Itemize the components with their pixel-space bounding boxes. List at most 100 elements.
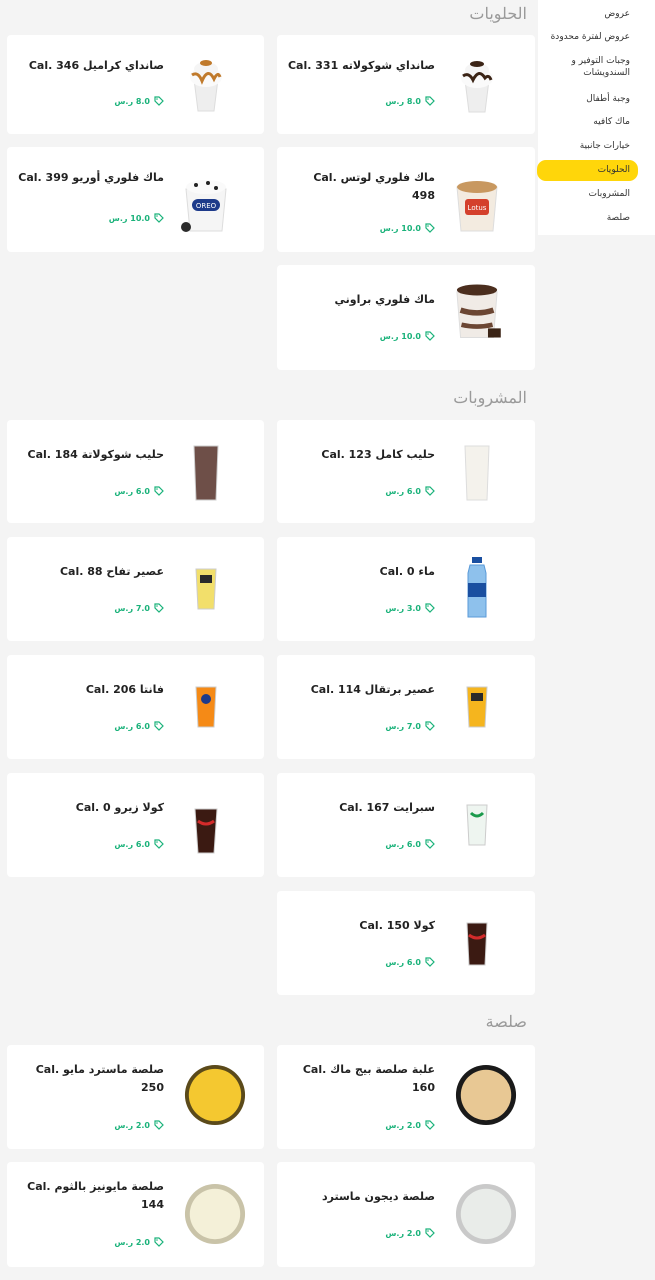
product-price: 10.0 ر.س [109,213,164,223]
product-card[interactable]: علبة صلصة بيج ماك Cal. 160 2.0 ر.س [277,1045,535,1149]
product-name: صانداي شوكولاته Cal. 331 [287,59,435,72]
product-name: عصير تفاح Cal. 88 [59,565,164,578]
water-bottle-image [467,557,487,618]
bigmac-sauce-image [455,1064,517,1126]
product-price: 6.0 ر.س [114,721,164,731]
price-tag-icon [154,839,164,849]
product-price: 10.0 ر.س [380,223,435,233]
product-card[interactable]: حليب كامل Cal. 123 6.0 ر.س [277,420,535,523]
product-price: 2.0 ر.س [114,1120,164,1130]
product-name: عصير برتقال Cal. 114 [310,683,435,696]
price-tag-icon [154,486,164,496]
product-card[interactable]: صانداي كراميل Cal. 346 8.0 ر.س [7,35,264,134]
sidebar-item-value-meals[interactable]: وجبات التوفير و السندويشات [534,55,631,79]
product-name: ماك فلوري لوتس Cal. 498 [313,171,435,202]
price-tag-icon [154,603,164,613]
product-name: صلصة ديجون ماسترد [321,1190,435,1203]
cola-glass-image [466,922,488,966]
product-price: 2.0 ر.س [385,1120,435,1130]
product-name: سبرايت Cal. 167 [339,801,435,814]
dijon-mustard-sauce-image [455,1183,517,1245]
price-tag-icon [154,96,164,106]
price-tag-icon [425,1120,435,1130]
product-card[interactable]: كولا Cal. 150 6.0 ر.س [277,891,535,995]
product-card[interactable]: كولا زيرو Cal. 0 6.0 ر.س [7,773,264,877]
product-card[interactable]: ماك فلوري براوني 10.0 ر.س [277,265,535,370]
price-tag-icon [425,223,435,233]
fanta-glass-image [195,686,217,728]
product-card[interactable]: صلصة ديجون ماسترد 2.0 ر.س [277,1162,535,1267]
mcflurry-oreo-image: OREO [181,180,227,232]
product-card[interactable]: سبرايت Cal. 167 6.0 ر.س [277,773,535,877]
mustard-mayo-sauce-image [184,1064,246,1126]
product-name: صلصة ماسترد مايو Cal. 250 [35,1063,164,1094]
price-tag-icon [154,721,164,731]
cola-zero-glass-image [194,808,218,854]
sidebar-item-sides[interactable]: خيارات جانبية [580,140,630,152]
svg-text:OREO: OREO [196,202,217,210]
sidebar-item-mccafe[interactable]: ماك كافيه [593,116,630,128]
product-card[interactable]: ماك فلوري لوتس Cal. 498 10.0 ر.س Lotus [277,147,535,252]
price-tag-icon [154,1120,164,1130]
product-price: 6.0 ر.س [385,957,435,967]
mcflurry-lotus-image: Lotus [456,181,498,232]
category-sidebar: عروض عروض لفترة محدودة وجبات التوفير و ا… [537,0,655,235]
product-name: ماء Cal. 0 [379,565,435,578]
product-price: 2.0 ر.س [114,1237,164,1247]
product-card[interactable]: صلصة مايونيز بالثوم Cal. 144 2.0 ر.س [7,1162,264,1267]
product-name: علبة صلصة بيج ماك Cal. 160 [302,1063,435,1094]
price-tag-icon [154,1237,164,1247]
product-name: فانتا Cal. 206 [85,683,164,696]
sidebar-item-drinks[interactable]: المشروبات [588,188,630,200]
product-card[interactable]: صلصة ماسترد مايو Cal. 250 2.0 ر.س [7,1045,264,1149]
product-price: 8.0 ر.س [385,96,435,106]
product-price: 6.0 ر.س [114,839,164,849]
product-name: حليب كامل Cal. 123 [321,448,435,461]
product-price: 2.0 ر.س [385,1228,435,1238]
garlic-mayo-sauce-image [184,1183,246,1245]
section-title-drinks: المشروبات [453,388,527,407]
product-price: 8.0 ر.س [114,96,164,106]
product-card[interactable]: ماء Cal. 0 3.0 ر.س [277,537,535,641]
sidebar-item-desserts[interactable]: الحلويات [537,160,638,181]
product-card[interactable]: صانداي شوكولاته Cal. 331 8.0 ر.س [277,35,535,134]
sidebar-item-sauces[interactable]: صلصة [607,212,630,224]
product-price: 6.0 ر.س [385,486,435,496]
product-card[interactable]: عصير تفاح Cal. 88 7.0 ر.س [7,537,264,641]
section-title-desserts: الحلويات [469,4,527,23]
price-tag-icon [425,96,435,106]
product-card[interactable]: فانتا Cal. 206 6.0 ر.س [7,655,264,759]
price-tag-icon [425,1228,435,1238]
price-tag-icon [425,839,435,849]
product-name: كولا Cal. 150 [359,919,435,932]
product-card[interactable]: عصير برتقال Cal. 114 7.0 ر.س [277,655,535,759]
mcflurry-brownie-image [456,284,501,338]
sidebar-item-happy-meal[interactable]: وجبة أطفال [586,93,630,105]
product-price: 6.0 ر.س [114,486,164,496]
milk-glass-image [464,445,490,501]
chocolate-milk-glass-image [193,445,219,501]
sprite-glass-image [466,804,488,846]
product-card[interactable]: حليب شوكولاتة Cal. 184 6.0 ر.س [7,420,264,523]
orange-juice-image [466,686,488,728]
price-tag-icon [425,331,435,341]
price-tag-icon [154,213,164,223]
apple-juice-image [195,568,217,610]
product-name: صلصة مايونيز بالثوم Cal. 144 [27,1180,164,1211]
product-price: 3.0 ر.س [385,603,435,613]
product-name: كولا زيرو Cal. 0 [75,801,164,814]
sidebar-item-limited-offers[interactable]: عروض لفترة محدودة [551,31,630,43]
price-tag-icon [425,721,435,731]
product-price: 10.0 ر.س [380,331,435,341]
price-tag-icon [425,486,435,496]
sidebar-item-offers[interactable]: عروض [604,8,630,20]
section-title-sauces: صلصة [485,1012,527,1031]
product-price: 6.0 ر.س [385,839,435,849]
product-name: صانداي كراميل Cal. 346 [28,59,164,72]
sundae-caramel-image [190,60,222,112]
svg-text:Lotus: Lotus [468,204,487,212]
product-card[interactable]: ماك فلوري أوريو Cal. 399 10.0 ر.س OREO [7,147,264,252]
price-tag-icon [425,603,435,613]
menu-page: عروض عروض لفترة محدودة وجبات التوفير و ا… [0,0,655,1280]
product-name: حليب شوكولاتة Cal. 184 [27,448,164,461]
